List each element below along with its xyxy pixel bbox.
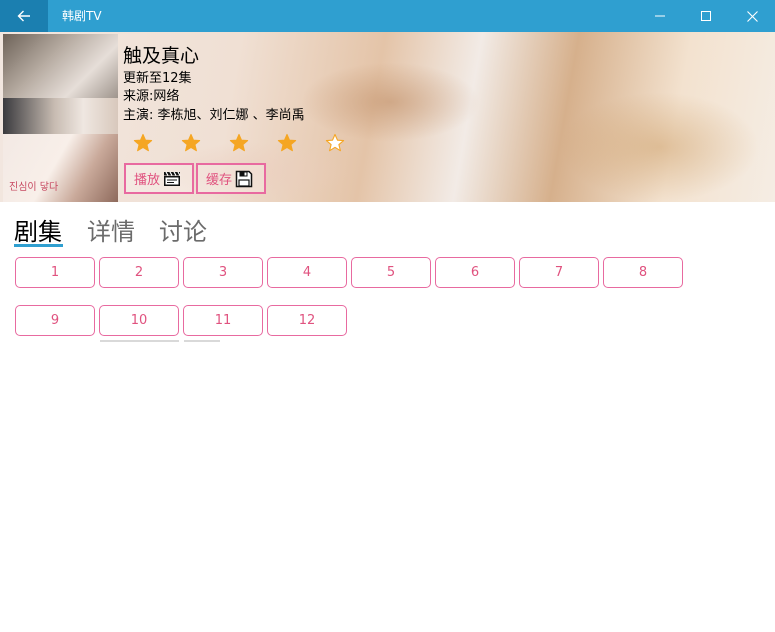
rating-stars xyxy=(133,133,345,153)
cast-text: 主演: 李栋旭、刘仁娜 、李尚禹 xyxy=(123,108,305,123)
star-empty-icon xyxy=(325,133,345,152)
episode-button-12[interactable]: 12 xyxy=(267,305,347,336)
play-button[interactable]: 播放 xyxy=(124,163,194,194)
episode-button-9[interactable]: 9 xyxy=(15,305,95,336)
poster-image: 진심이 닿다 xyxy=(3,34,118,202)
maximize-icon xyxy=(701,11,711,21)
episode-button-11[interactable]: 11 xyxy=(183,305,263,336)
app-title: 韩剧TV xyxy=(62,9,102,23)
source-text: 来源:网络 xyxy=(123,89,180,104)
close-button[interactable] xyxy=(729,0,775,32)
back-button[interactable] xyxy=(0,0,48,32)
tab-episodes[interactable]: 剧集 xyxy=(14,212,62,247)
poster-panel xyxy=(3,34,118,98)
star-filled-icon xyxy=(181,133,201,152)
hero-backdrop xyxy=(300,62,480,142)
minimize-icon xyxy=(655,15,665,17)
cache-label: 缓存 xyxy=(206,173,233,188)
episode-button-6[interactable]: 6 xyxy=(435,257,515,288)
play-label: 播放 xyxy=(134,173,161,188)
episode-button-10[interactable]: 10 xyxy=(99,305,179,336)
clapperboard-icon xyxy=(164,171,181,186)
tab-discussion[interactable]: 讨论 xyxy=(159,212,207,247)
focus-shadow xyxy=(100,340,179,342)
episode-button-8[interactable]: 8 xyxy=(603,257,683,288)
episode-button-2[interactable]: 2 xyxy=(99,257,179,288)
star-filled-icon xyxy=(277,133,297,152)
cache-button[interactable]: 缓存 xyxy=(196,163,266,194)
active-tab-indicator xyxy=(14,244,63,247)
star-filled-icon xyxy=(229,133,249,152)
minimize-button[interactable] xyxy=(637,0,683,32)
episode-button-4[interactable]: 4 xyxy=(267,257,347,288)
close-icon xyxy=(746,10,758,22)
episode-button-5[interactable]: 5 xyxy=(351,257,431,288)
update-status: 更新至12集 xyxy=(123,71,192,86)
episode-button-7[interactable]: 7 xyxy=(519,257,599,288)
hero-backdrop xyxy=(560,92,760,202)
show-title: 触及真心 xyxy=(123,45,200,67)
star-filled-icon xyxy=(133,133,153,152)
title-bar: 韩剧TV xyxy=(0,0,775,32)
poster-panel xyxy=(3,98,118,134)
episode-button-1[interactable]: 1 xyxy=(15,257,95,288)
floppy-disk-icon xyxy=(235,170,253,187)
poster-logo-text: 진심이 닿다 xyxy=(9,182,59,193)
focus-shadow xyxy=(184,340,220,342)
episode-button-3[interactable]: 3 xyxy=(183,257,263,288)
tab-details[interactable]: 详情 xyxy=(87,212,135,247)
maximize-button[interactable] xyxy=(683,0,729,32)
back-arrow-icon xyxy=(17,10,30,22)
